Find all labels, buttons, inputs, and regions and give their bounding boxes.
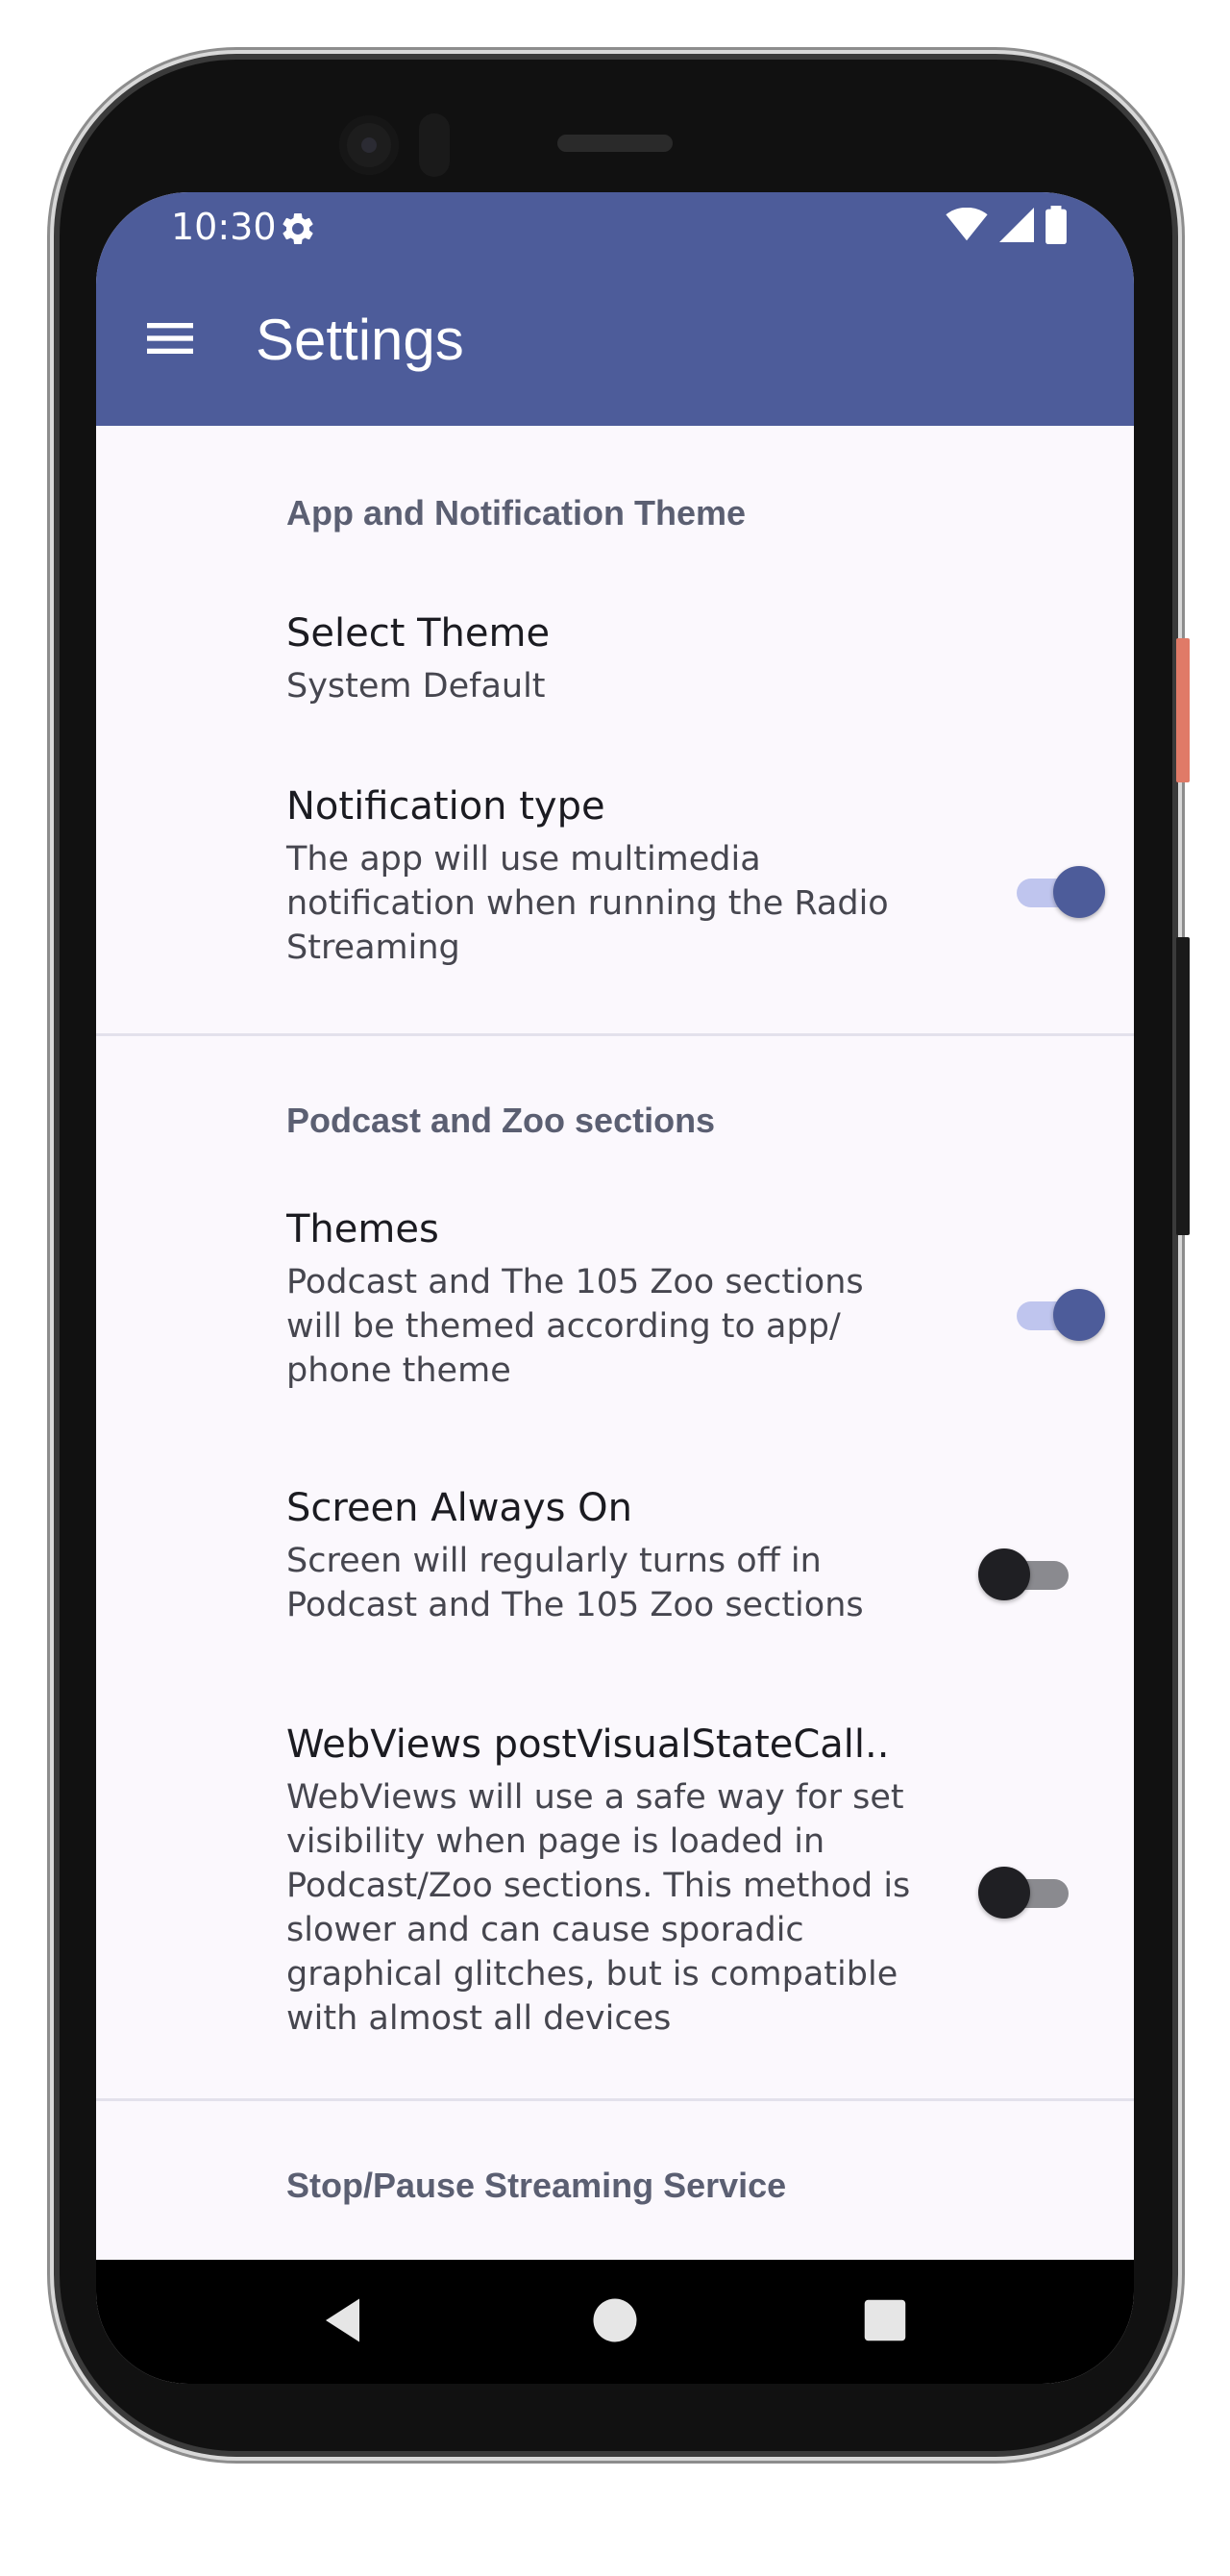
pref-webviews-postvisualstate[interactable]: WebViews postVisualStateCall.. WebViews … [96,1691,1134,2075]
page-title: Settings [256,308,464,372]
power-button [1176,638,1190,782]
switch-thumb [978,1867,1030,1919]
system-navigation-bar [96,2260,1134,2384]
pref-title: Select Theme [286,611,551,656]
pref-title: Screen Always On [286,1486,632,1530]
screen-always-on-switch[interactable] [978,1546,1084,1603]
pref-title: Notification type [286,784,605,829]
switch-thumb [1053,1289,1105,1341]
back-triangle-icon[interactable] [321,2296,369,2344]
proximity-sensor [419,113,450,177]
phone-screen: 10:30 Settings App and Notification Them… [96,192,1134,2384]
pref-themes[interactable]: Themes Podcast and The 105 Zoo sections … [96,1176,1134,1416]
pref-notification-type[interactable]: Notification type The app will use multi… [96,753,1134,993]
webviews-switch[interactable] [978,1864,1084,1921]
category-header-stop-pause: Stop/Pause Streaming Service [286,2166,787,2205]
pref-select-theme[interactable]: Select Theme System Default [96,580,1134,743]
front-camera [339,115,399,175]
pref-screen-always-on[interactable]: Screen Always On Screen will regularly t… [96,1454,1134,1666]
pref-summary: Screen will regularly turns off in Podca… [286,1542,864,1624]
pref-title: WebViews postVisualStateCall.. [286,1722,890,1767]
signal-icon [999,208,1034,246]
themes-switch[interactable] [999,1286,1105,1344]
pref-title: Themes [286,1207,439,1251]
status-time: 10:30 [171,206,277,248]
status-icons [946,206,1067,248]
pref-summary: System Default [286,667,546,706]
category-header-podcast-zoo: Podcast and Zoo sections [286,1101,716,1140]
wifi-icon [946,207,988,246]
settings-list: App and Notification Theme Select Theme … [96,426,1134,2260]
section-divider [96,2098,1134,2101]
pref-summary: Podcast and The 105 Zoo sections will be… [286,1263,864,1390]
section-divider [96,1033,1134,1036]
home-circle-icon[interactable] [591,2296,639,2344]
earpiece-speaker [557,135,673,152]
switch-thumb [1053,866,1105,918]
hamburger-menu-icon[interactable] [139,308,201,369]
gear-icon [279,206,317,248]
pref-summary: WebViews will use a safe way for set vis… [286,1778,911,2038]
notification-type-switch[interactable] [999,863,1105,921]
switch-thumb [978,1548,1030,1600]
volume-button [1176,937,1190,1235]
category-header-app-theme: App and Notification Theme [286,493,747,533]
pref-summary: The app will use multimedia notification… [286,840,889,967]
app-bar: 10:30 Settings [96,192,1134,426]
recents-square-icon[interactable] [861,2296,909,2344]
battery-icon [1046,206,1067,248]
